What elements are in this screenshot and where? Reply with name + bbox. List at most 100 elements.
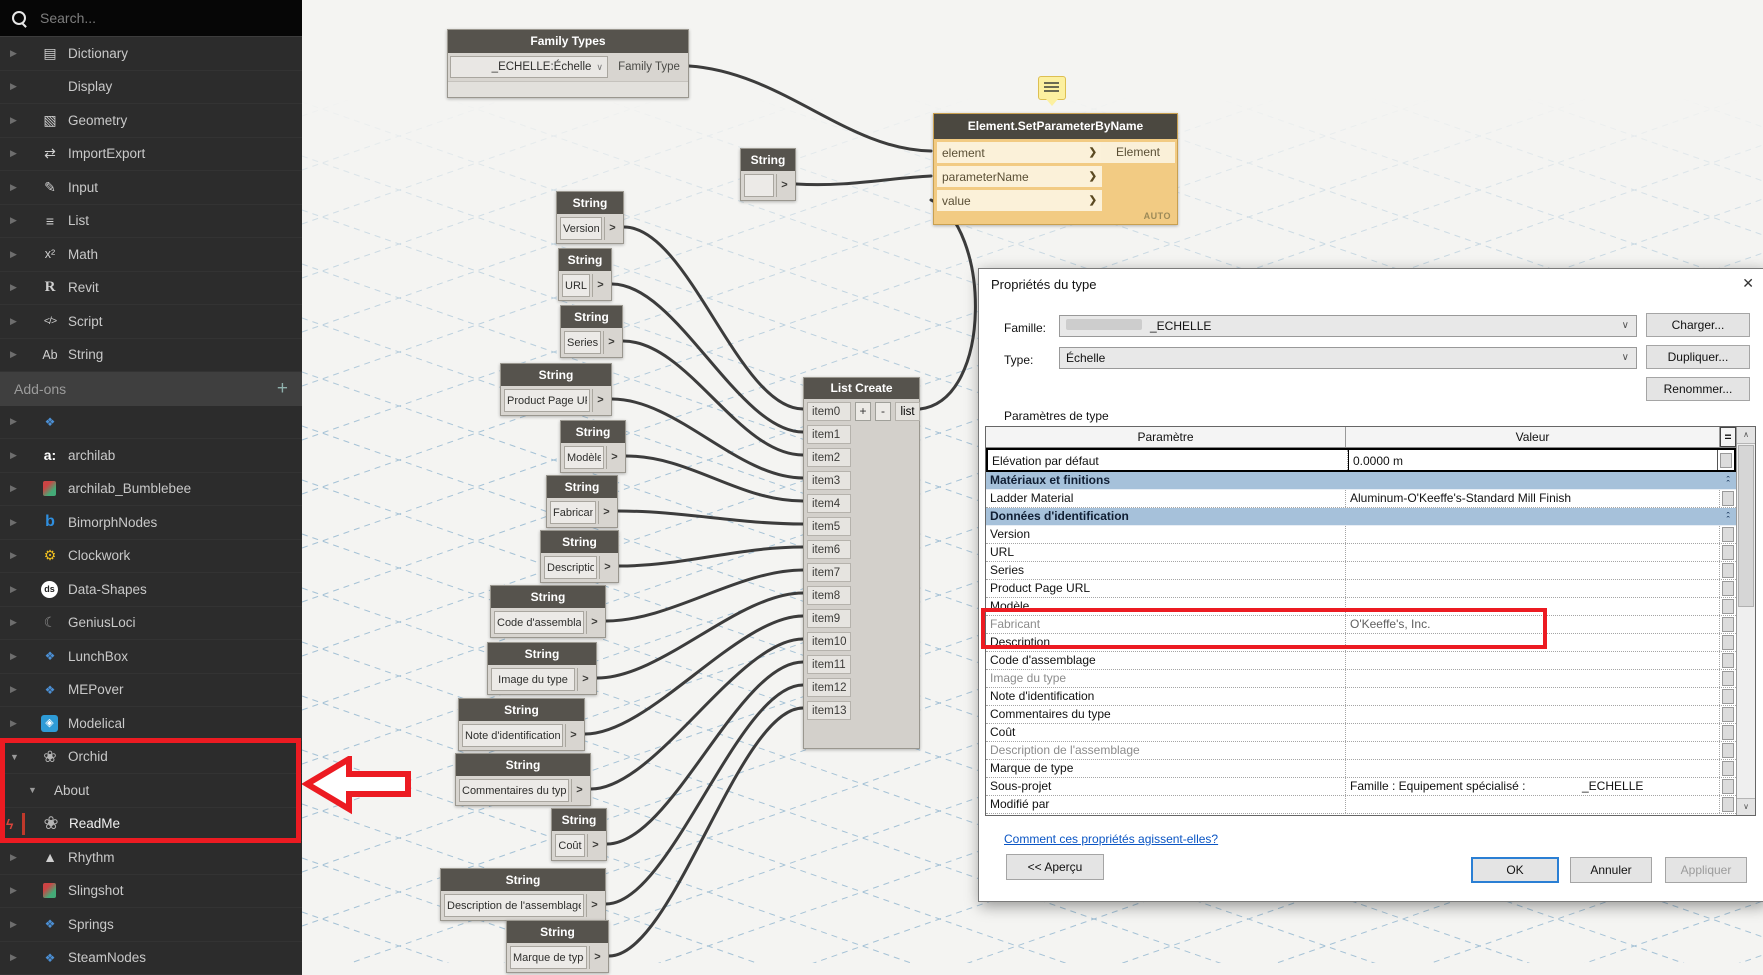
string-value-input[interactable] (459, 779, 569, 802)
parameter-row-marque-de-type[interactable]: Marque de type (986, 760, 1736, 778)
expand-arrow-icon[interactable]: ▶ (10, 550, 34, 561)
parameter-row-el-vation-par-d-faut[interactable]: Elévation par défaut 0.0000 m (986, 448, 1736, 472)
output-port[interactable]: > (586, 611, 602, 634)
expand-arrow-icon[interactable]: ▶ (10, 684, 34, 695)
expand-arrow-icon[interactable]: ▼ (10, 752, 34, 762)
sidebar-item-readme[interactable]: ϟ ❀ ReadMe (0, 808, 302, 842)
input-port-item6[interactable]: item6 (807, 540, 851, 559)
string-node-mod-le[interactable]: String > (560, 420, 626, 473)
add-package-button[interactable]: + (277, 378, 288, 400)
wire[interactable] (626, 456, 803, 501)
search-input[interactable] (38, 9, 272, 27)
parameter-row-sous-projet[interactable]: Sous-projet Famille : Equipement spécial… (986, 778, 1736, 796)
input-port-item7[interactable]: item7 (807, 563, 851, 582)
string-node-empty[interactable]: String > (740, 148, 796, 201)
help-link[interactable]: Comment ces propriétés agissent-elles? (1004, 832, 1218, 846)
input-port-item12[interactable]: item12 (807, 678, 851, 697)
expand-arrow-icon[interactable]: ▶ (10, 952, 34, 963)
expand-arrow-icon[interactable]: ▶ (10, 416, 34, 427)
string-node-fabricant[interactable]: String > (546, 475, 618, 528)
wire[interactable] (612, 399, 803, 478)
expand-arrow-icon[interactable]: ▶ (10, 919, 34, 930)
expand-arrow-icon[interactable]: ▶ (10, 852, 34, 863)
sidebar-item-orchid[interactable]: ▼ ❀ Orchid (0, 741, 302, 775)
output-port[interactable]: > (606, 446, 622, 469)
sidebar-item-list[interactable]: ▶ ≡ List (0, 205, 302, 239)
string-node-code-d-assemblage[interactable]: String > (490, 585, 606, 638)
renommer-button[interactable]: Renommer... (1646, 377, 1750, 401)
output-port[interactable]: > (586, 894, 602, 917)
library-search-bar[interactable] (0, 0, 302, 37)
row-side-button[interactable] (1722, 527, 1734, 542)
row-side-button[interactable] (1722, 581, 1734, 596)
string-value-input[interactable] (462, 724, 563, 747)
parameter-row-description[interactable]: Description (986, 634, 1736, 652)
row-side-button[interactable] (1722, 617, 1734, 632)
output-port[interactable]: > (565, 724, 581, 747)
string-node-series[interactable]: String > (560, 305, 623, 358)
parameter-row-commentaires-du-type[interactable]: Commentaires du type (986, 706, 1736, 724)
parameter-row-co-t[interactable]: Coût (986, 724, 1736, 742)
wire[interactable] (689, 66, 931, 151)
string-value-input[interactable] (504, 389, 590, 412)
expand-arrow-icon[interactable]: ▶ (10, 617, 34, 628)
parameter-value-cell[interactable] (1346, 526, 1720, 543)
wire[interactable] (619, 547, 803, 566)
parameter-value-cell[interactable] (1346, 670, 1720, 687)
parameter-row-image-du-type[interactable]: Image du type (986, 670, 1736, 688)
parameter-value-cell[interactable] (1346, 598, 1720, 615)
row-side-button[interactable] (1722, 761, 1734, 776)
string-node-image-du-type[interactable]: String > (487, 642, 597, 695)
input-port-item4[interactable]: item4 (807, 494, 851, 513)
expand-arrow-icon[interactable]: ▶ (10, 651, 34, 662)
expand-arrow-icon[interactable]: ▶ (10, 215, 34, 226)
parameter-value-cell[interactable]: O'Keeffe's, Inc. (1346, 616, 1720, 633)
parameter-row-ladder-material[interactable]: Ladder Material Aluminum-O'Keeffe's-Stan… (986, 490, 1736, 508)
list-create-node[interactable]: List Create item0+-listitem1item2item3it… (803, 377, 920, 749)
row-side-button[interactable] (1722, 797, 1734, 812)
parameter-value-cell[interactable] (1346, 580, 1720, 597)
row-side-button[interactable] (1722, 653, 1734, 668)
sidebar-item-script[interactable]: ▶ </> Script (0, 305, 302, 339)
sidebar-item-about[interactable]: ▼ About (0, 774, 302, 808)
output-port[interactable]: > (592, 274, 608, 297)
table-scrollbar[interactable]: ∧ ∨ (1736, 427, 1755, 815)
string-node-version[interactable]: String > (556, 191, 624, 244)
output-port[interactable]: > (587, 834, 603, 857)
expand-arrow-icon[interactable]: ▼ (28, 785, 52, 795)
column-header-parametre[interactable]: Paramètre (986, 427, 1346, 447)
string-value-input[interactable] (564, 331, 601, 354)
sidebar-item-string[interactable]: ▶ Ab String (0, 339, 302, 373)
ok-button[interactable]: OK (1471, 857, 1559, 883)
expand-arrow-icon[interactable]: ▶ (10, 483, 34, 494)
parameter-row-description-de-l-assemblage[interactable]: Description de l'assemblage (986, 742, 1736, 760)
output-port[interactable]: > (589, 946, 605, 969)
family-type-dropdown[interactable]: _ECHELLE:Échelle∨ (450, 56, 608, 78)
expand-arrow-icon[interactable]: ▶ (10, 349, 34, 360)
remove-input-button[interactable]: - (875, 402, 891, 421)
sidebar-item-dictionary[interactable]: ▶ ▤ Dictionary (0, 37, 302, 71)
row-side-button[interactable] (1722, 707, 1734, 722)
input-port-item1[interactable]: item1 (807, 425, 851, 444)
sidebar-item-mepover[interactable]: ▶ ❖ MEPover (0, 674, 302, 708)
expand-arrow-icon[interactable]: ▶ (10, 885, 34, 896)
dynamo-workspace-canvas[interactable]: Family Types _ECHELLE:Échelle∨ Family Ty… (302, 0, 1763, 963)
string-value-input[interactable] (555, 834, 585, 857)
sidebar-item-geometry[interactable]: ▶ ▧ Geometry (0, 104, 302, 138)
expand-arrow-icon[interactable]: ▶ (10, 182, 34, 193)
output-port[interactable]: > (592, 389, 608, 412)
input-port-item9[interactable]: item9 (807, 609, 851, 628)
sidebar-item-archilab[interactable]: ▶ a: archilab (0, 439, 302, 473)
parameter-value-cell[interactable] (1346, 706, 1720, 723)
string-node-product-page-url[interactable]: String > (500, 363, 612, 416)
expand-arrow-icon[interactable]: ▶ (10, 517, 34, 528)
parameter-row-series[interactable]: Series (986, 562, 1736, 580)
famille-combobox[interactable]: _ECHELLE ∨ (1059, 315, 1637, 337)
output-port[interactable]: > (598, 501, 614, 524)
row-side-button[interactable] (1722, 743, 1734, 758)
input-port-item11[interactable]: item11 (807, 655, 851, 674)
sidebar-item-data-shapes[interactable]: ▶ ds Data-Shapes (0, 573, 302, 607)
output-port[interactable]: > (577, 668, 593, 691)
scroll-down-icon[interactable]: ∨ (1737, 798, 1755, 815)
output-port-family-type[interactable]: Family Type (610, 61, 688, 73)
